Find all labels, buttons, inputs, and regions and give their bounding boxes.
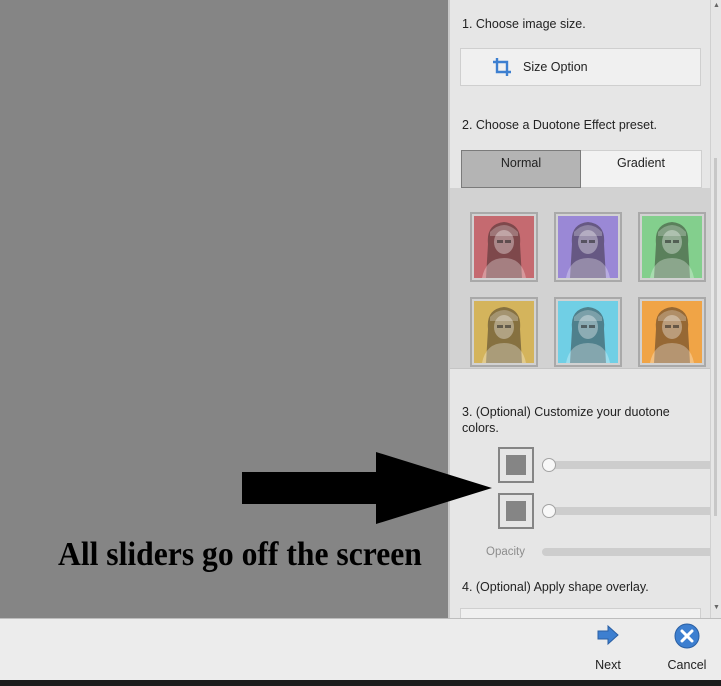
cancel-button[interactable]: Cancel [664, 623, 710, 672]
preset-thumbnail[interactable] [638, 212, 706, 282]
scroll-down-icon[interactable]: ▼ [713, 604, 720, 611]
scroll-up-icon[interactable]: ▲ [713, 2, 720, 9]
preset-image [474, 216, 534, 278]
color1-swatch-fill [506, 455, 526, 475]
panel-scrollbar[interactable]: ▲ ▼ [710, 0, 721, 618]
next-label: Next [595, 658, 621, 672]
opacity-slider-track[interactable] [542, 548, 721, 556]
step3-label: 3. (Optional) Customize your duotone col… [462, 405, 670, 435]
preset-image [558, 301, 618, 363]
color1-row [498, 447, 721, 483]
opacity-label: Opacity [486, 546, 525, 558]
clipped-heading [462, 0, 662, 4]
color2-swatch-fill [506, 501, 526, 521]
preset-thumbnail[interactable] [470, 297, 538, 367]
next-button[interactable]: Next [588, 623, 628, 672]
next-arrow-icon [597, 624, 619, 646]
color1-slider-handle[interactable] [542, 458, 556, 472]
color2-slider-track[interactable] [542, 507, 721, 515]
step1-label: 1. Choose image size. [462, 17, 586, 31]
tab-gradient[interactable]: Gradient [581, 150, 702, 188]
color1-swatch[interactable] [498, 447, 534, 483]
size-option-button[interactable]: Size Option [460, 48, 701, 86]
step4-label: 4. (Optional) Apply shape overlay. [462, 580, 649, 594]
preset-thumbnail[interactable] [638, 297, 706, 367]
preset-image [642, 301, 702, 363]
shape-overlay-button[interactable] [460, 608, 701, 618]
tab-normal[interactable]: Normal [461, 150, 581, 188]
preset-image [642, 216, 702, 278]
annotation-arrow-icon [242, 452, 492, 524]
color2-swatch[interactable] [498, 493, 534, 529]
preset-thumbnail[interactable] [470, 212, 538, 282]
cancel-label: Cancel [667, 658, 707, 672]
color1-slider-track[interactable] [542, 461, 721, 469]
preset-thumbnail[interactable] [554, 297, 622, 367]
size-option-label: Size Option [523, 60, 588, 74]
annotation-text: All sliders go off the screen [58, 536, 422, 573]
preset-image [558, 216, 618, 278]
color2-slider-handle[interactable] [542, 504, 556, 518]
crop-icon [493, 58, 511, 76]
window-bottom-edge [0, 680, 721, 686]
bottom-action-bar: Next Cancel [0, 618, 721, 681]
color2-row [498, 493, 721, 529]
scrollbar-thumb[interactable] [714, 158, 717, 516]
preset-grid [450, 188, 721, 369]
step2-label: 2. Choose a Duotone Effect preset. [462, 118, 658, 132]
cancel-x-icon [674, 623, 700, 649]
preset-thumbnail[interactable] [554, 212, 622, 282]
preset-image [474, 301, 534, 363]
